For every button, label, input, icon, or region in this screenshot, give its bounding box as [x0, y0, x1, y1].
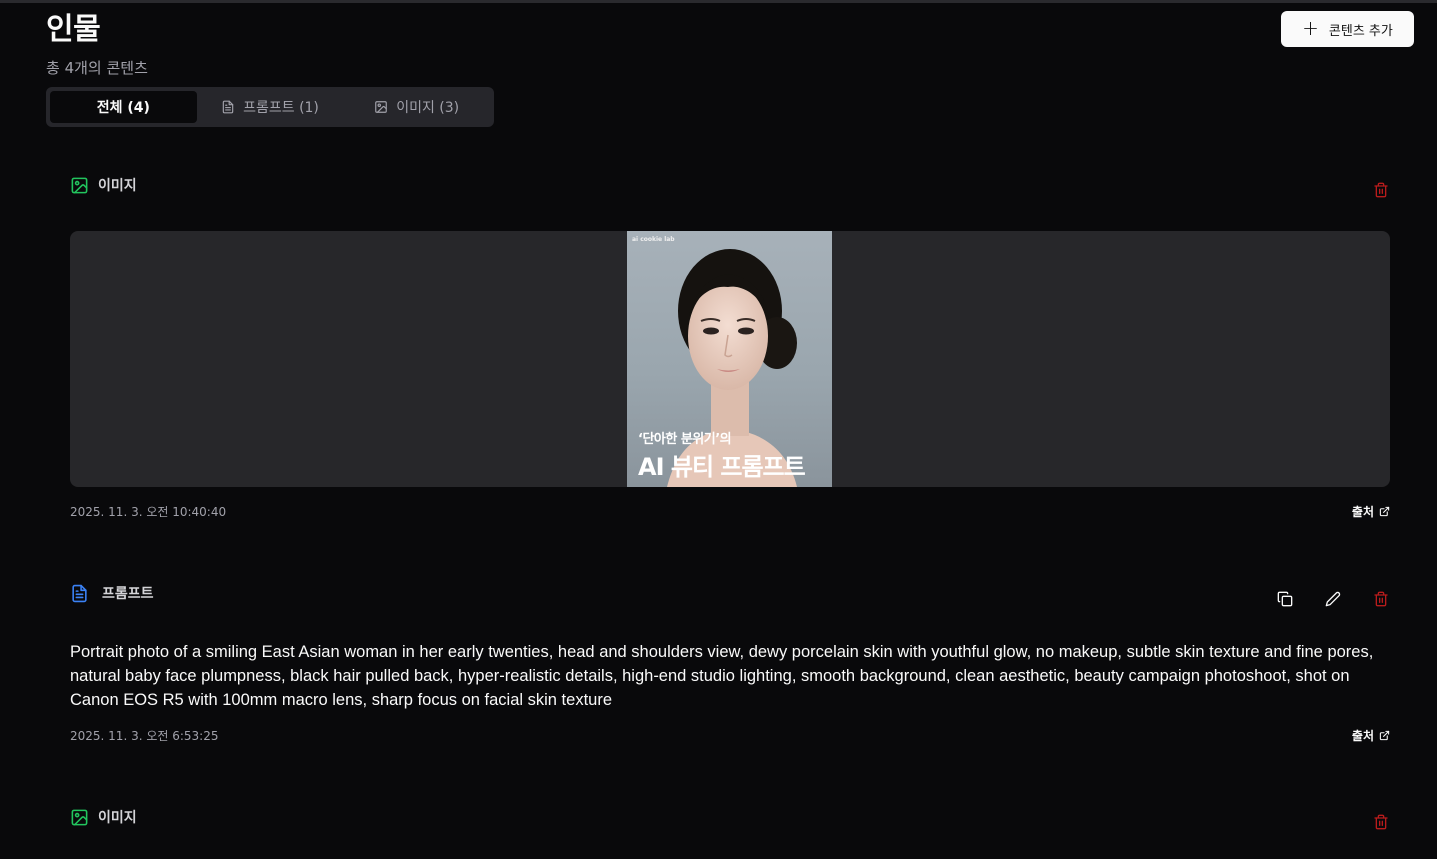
delete-button[interactable]	[1372, 590, 1390, 608]
external-link-icon	[1379, 506, 1390, 517]
thumbnail-caption-small: ‘단아한 분위기’의	[638, 432, 732, 447]
card-actions	[1276, 590, 1390, 608]
thumbnail-image[interactable]: ai cookie lab ‘단아한 분위기’의 AI 뷰티 프롬프트	[627, 231, 832, 487]
page-title: 인물	[46, 12, 101, 47]
page-header: 인물 총 4개의 콘텐츠	[46, 12, 148, 78]
tab-all-label: 전체 (4)	[96, 100, 150, 116]
tab-image[interactable]: 이미지 (3)	[343, 91, 490, 123]
top-border	[0, 0, 1437, 3]
card-header: 이미지	[70, 175, 1390, 195]
tab-prompt[interactable]: 프롬프트 (1)	[197, 91, 344, 123]
image-icon	[375, 101, 388, 113]
filter-tabs: 전체 (4) 프롬프트 (1) 이미지 (3)	[46, 87, 494, 127]
created-date: 2025. 11. 3. 오전 6:53:25	[70, 729, 219, 743]
add-content-label: 콘텐츠 추가	[1328, 23, 1393, 39]
image-preview[interactable]: ai cookie lab ‘단아한 분위기’의 AI 뷰티 프롬프트	[70, 231, 1390, 487]
pencil-icon	[1325, 591, 1341, 607]
card-header: 이미지	[70, 807, 1390, 827]
content-type-label: 이미지	[98, 178, 137, 194]
trash-icon	[1374, 182, 1388, 198]
copy-button[interactable]	[1276, 590, 1294, 608]
content-card-image: 이미지	[70, 175, 1390, 525]
card-actions	[1372, 813, 1390, 831]
tab-prompt-label: 프롬프트 (1)	[243, 100, 319, 116]
content-card-image: 이미지	[70, 807, 1390, 847]
prompt-text: Portrait photo of a smiling East Asian w…	[70, 643, 1374, 709]
content-type-label: 프롬프트	[102, 586, 154, 602]
add-content-button[interactable]: + 콘텐츠 추가	[1281, 11, 1414, 47]
document-icon	[72, 584, 87, 602]
tab-image-label: 이미지 (3)	[396, 100, 460, 116]
trash-icon	[1374, 591, 1388, 607]
tab-all[interactable]: 전체 (4)	[50, 91, 197, 123]
copy-icon	[1277, 591, 1293, 607]
card-header: 프롬프트	[70, 583, 1390, 603]
source-link[interactable]: 출처	[1352, 503, 1390, 520]
image-icon	[71, 177, 88, 193]
source-label: 출처	[1351, 729, 1374, 743]
external-link-icon	[1379, 730, 1390, 741]
trash-icon	[1374, 814, 1388, 830]
delete-button[interactable]	[1372, 181, 1390, 199]
plus-icon: +	[1302, 16, 1319, 40]
document-icon	[222, 100, 234, 114]
delete-button[interactable]	[1372, 813, 1390, 831]
content-type-label: 이미지	[98, 810, 137, 826]
thumbnail-brand: ai cookie lab	[632, 236, 675, 243]
content-card-prompt: 프롬프트 Portrait photo of a smiling East As…	[70, 583, 1390, 753]
thumbnail-caption-large: AI 뷰티 프롬프트	[638, 453, 806, 481]
source-link[interactable]: 출처	[1352, 727, 1390, 744]
source-label: 출처	[1351, 505, 1374, 519]
edit-button[interactable]	[1324, 590, 1342, 608]
card-footer: 2025. 11. 3. 오전 10:40:40 출처	[70, 503, 1390, 520]
created-date: 2025. 11. 3. 오전 10:40:40	[70, 505, 227, 519]
card-footer: 2025. 11. 3. 오전 6:53:25 출처	[70, 727, 1390, 744]
image-icon	[71, 809, 88, 825]
card-actions	[1372, 181, 1390, 199]
content-count: 총 4개의 콘텐츠	[46, 59, 148, 77]
